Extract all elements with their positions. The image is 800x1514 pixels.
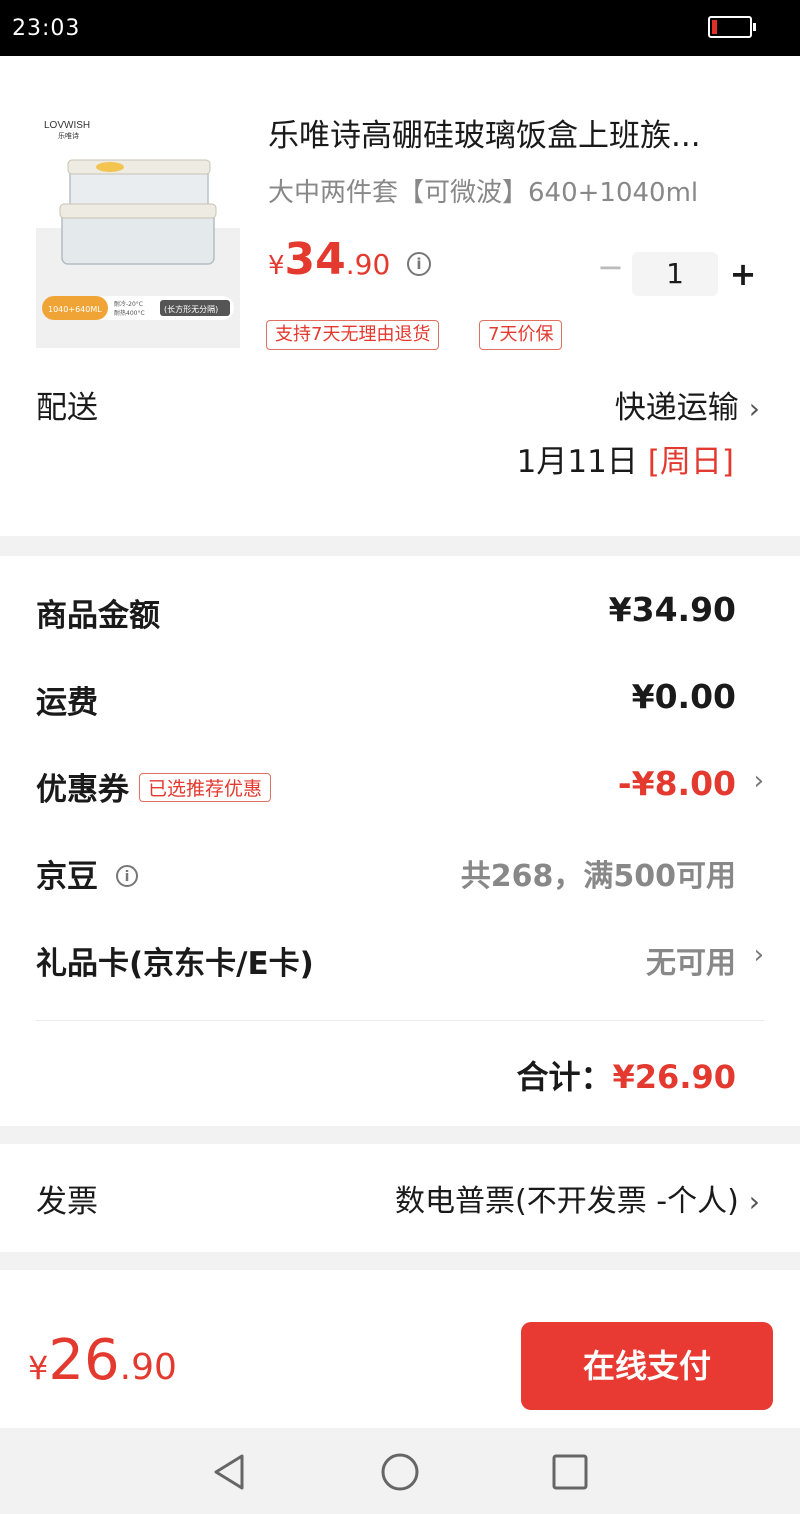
quantity-input[interactable]: 1: [632, 252, 718, 296]
battery-icon: [708, 16, 756, 38]
brand-logo-cn: 乐唯诗: [58, 131, 79, 140]
shipping-label: 配送: [36, 390, 98, 426]
image-shape: (长方形无分隔): [164, 304, 218, 314]
system-nav-bar: [0, 1428, 800, 1514]
chevron-right-icon: ›: [753, 766, 764, 796]
product-title[interactable]: 乐唯诗高硼硅玻璃饭盒上班族...: [268, 110, 748, 155]
giftcard-value: 无可用: [646, 946, 736, 981]
divider: [36, 1020, 764, 1021]
freight-row: 运费 ¥0.00: [36, 673, 764, 723]
giftcard-row[interactable]: 礼品卡(京东卡/E卡) 无可用 ›: [36, 934, 764, 984]
recents-square-icon[interactable]: [548, 1450, 592, 1494]
shipping-method-text: 快递运输: [614, 390, 739, 426]
price-summary-card: 商品金额 ¥34.90 运费 ¥0.00 优惠券 已选推荐优惠 -¥8.00 › …: [0, 556, 800, 1126]
status-bar: 23:03: [0, 0, 800, 56]
coupon-row[interactable]: 优惠券 已选推荐优惠 -¥8.00 ›: [36, 760, 764, 810]
giftcard-label: 礼品卡(京东卡/E卡): [36, 946, 314, 982]
chevron-right-icon: ›: [753, 940, 764, 970]
invoice-value: 数电普票(不开发票 -个人): [395, 1184, 739, 1219]
goods-amount-label: 商品金额: [36, 598, 160, 634]
coupon-label: 优惠券: [36, 772, 129, 808]
jingdou-row: 京豆 i 共268，满500可用: [36, 847, 764, 897]
price-info-icon[interactable]: i: [407, 252, 431, 276]
invoice-row[interactable]: 发票 数电普票(不开发票 -个人) ›: [0, 1144, 800, 1252]
checkout-price-decimal: .90: [119, 1347, 177, 1388]
back-triangle-icon[interactable]: [206, 1450, 250, 1494]
image-temp2: 耐热400°C: [114, 309, 145, 317]
shipping-weekday: [周日]: [647, 444, 734, 480]
total-value: ¥26.90: [612, 1058, 736, 1096]
product-card: LOVWISH 乐唯诗 1040+640ML 耐冷-20°C 耐热400°C (…: [0, 56, 800, 536]
product-image[interactable]: LOVWISH 乐唯诗 1040+640ML 耐冷-20°C 耐热400°C (…: [36, 110, 240, 370]
jingdou-value: 共268，满500可用: [460, 859, 736, 894]
freight-value: ¥0.00: [631, 677, 736, 716]
chevron-right-icon: ›: [748, 392, 760, 425]
image-temp1: 耐冷-20°C: [114, 300, 143, 308]
price-currency: ¥: [268, 251, 285, 281]
goods-amount-row: 商品金额 ¥34.90: [36, 586, 764, 636]
invoice-label: 发票: [36, 1184, 98, 1220]
checkout-price-integer: 26: [48, 1328, 120, 1393]
shipping-date-text: 1月11日: [516, 444, 638, 480]
goods-amount-value: ¥34.90: [608, 590, 736, 629]
container-bottom: [59, 203, 217, 265]
quantity-plus-button[interactable]: +: [728, 254, 758, 294]
jingdou-label: 京豆: [36, 859, 98, 895]
invoice-value-group: 数电普票(不开发票 -个人) ›: [395, 1176, 760, 1220]
coupon-value: -¥8.00: [617, 764, 736, 803]
shipping-date: 1月11日 [周日]: [517, 436, 734, 481]
freight-label: 运费: [36, 685, 98, 721]
status-time: 23:03: [12, 16, 81, 41]
product-spec[interactable]: 大中两件套【可微波】640+1040ml: [268, 172, 698, 209]
image-badge: 1040+640ML: [48, 305, 102, 314]
product-price: ¥34.90: [268, 234, 390, 285]
jingdou-info-icon[interactable]: i: [116, 864, 138, 887]
return-policy-tag: 支持7天无理由退货: [266, 320, 440, 350]
container-top: [67, 159, 211, 211]
checkout-currency: ¥: [28, 1349, 49, 1387]
coupon-badge: 已选推荐优惠: [139, 773, 272, 802]
total-row: 合计：¥26.90: [517, 1052, 737, 1098]
price-decimal: .90: [345, 248, 391, 281]
total-label: 合计：: [516, 1058, 613, 1096]
brand-logo: LOVWISH: [44, 120, 90, 131]
price-integer: 34: [284, 234, 346, 285]
coupon-label-group: 优惠券 已选推荐优惠: [36, 764, 272, 809]
price-protect-tag: 7天价保: [479, 320, 563, 350]
pay-online-button[interactable]: 在线支付: [521, 1322, 773, 1410]
shipping-method[interactable]: 快递运输 ›: [615, 382, 760, 427]
checkout-price: ¥26.90: [28, 1328, 177, 1393]
checkout-bar: ¥26.90 在线支付: [0, 1270, 800, 1428]
quantity-minus-button[interactable]: −: [597, 251, 624, 283]
home-circle-icon[interactable]: [378, 1450, 422, 1494]
jingdou-label-group: 京豆 i: [36, 851, 138, 896]
chevron-right-icon: ›: [748, 1185, 760, 1218]
